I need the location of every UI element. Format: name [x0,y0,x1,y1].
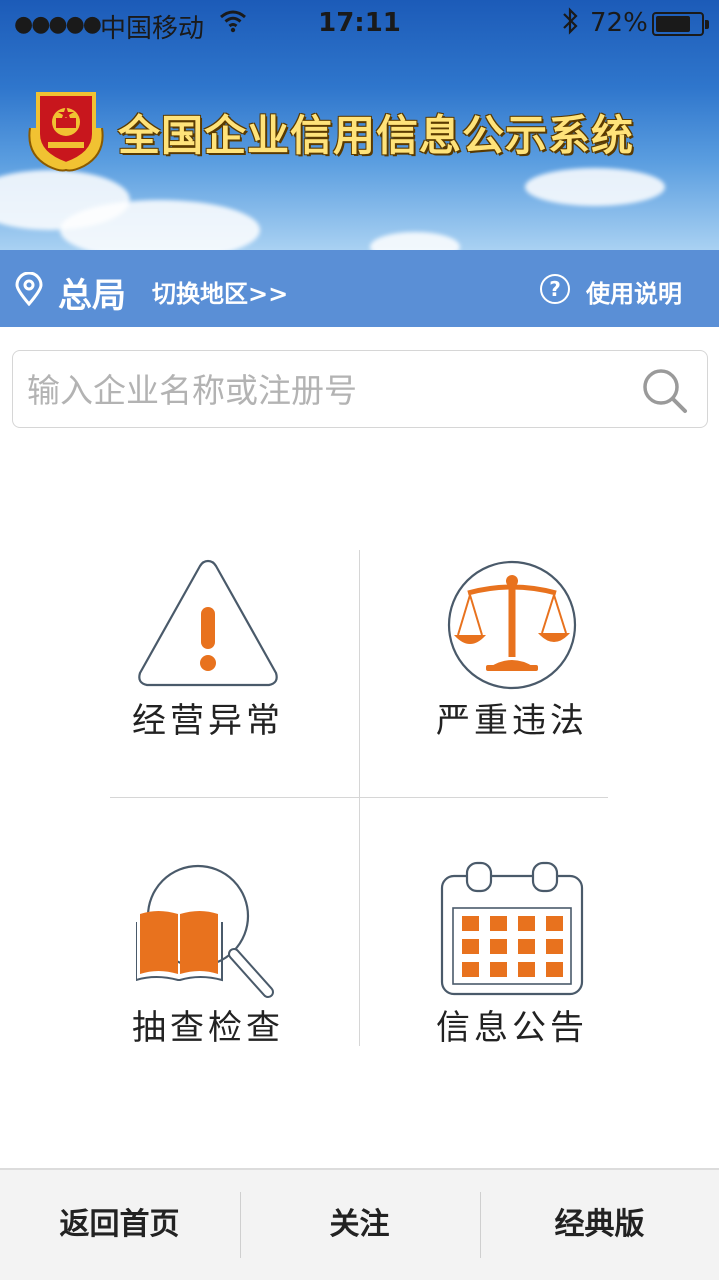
classic-version-button[interactable]: 经典版 [480,1170,719,1280]
usage-guide-link[interactable]: 使用说明 [586,274,682,309]
status-bar: ●●●●● 中国移动 17:11 72% [0,0,719,48]
warning-triangle-icon [138,559,278,687]
bluetooth-icon [560,6,580,43]
menu-tile-serious-violation[interactable]: 严重违法 [362,555,662,775]
menu-label: 严重违法 [436,701,588,741]
location-bar: 总局 切换地区>> ? 使用说明 [0,250,719,327]
search-icon[interactable] [639,365,691,417]
cloud [370,232,460,250]
scales-icon [447,560,577,690]
bottom-nav: 返回首页 关注 经典版 [0,1168,719,1280]
calendar-icon [440,861,584,996]
menu-label: 抽查检查 [132,1008,284,1048]
help-icon[interactable]: ? [540,274,570,304]
battery-icon [652,12,709,36]
national-emblem-icon [24,84,108,172]
app-title: 全国企业信用信息公示系统 [118,111,635,160]
menu-tile-abnormal-operation[interactable]: 经营异常 [58,555,358,775]
grid-divider-horizontal [110,797,608,798]
switch-region-link[interactable]: 切换地区>> [152,274,288,309]
follow-button[interactable]: 关注 [240,1170,479,1280]
menu-label: 经营异常 [132,701,284,741]
book-magnifier-icon [136,864,274,998]
battery-percent: 72% [590,8,648,38]
cloud [525,168,665,206]
location-pin-icon [14,271,44,307]
cloud [60,200,260,250]
search-bar [12,350,708,428]
grid-divider-vertical [359,550,360,1046]
menu-tile-announcements[interactable]: 信息公告 [362,860,662,1080]
home-button[interactable]: 返回首页 [0,1170,239,1280]
search-input[interactable] [27,365,627,415]
menu-tile-spot-check[interactable]: 抽查检查 [58,860,358,1080]
current-region: 总局 [58,276,126,316]
app-header: ●●●●● 中国移动 17:11 72% 全国企业信用信息公示系统 [0,0,719,250]
menu-label: 信息公告 [436,1008,588,1048]
